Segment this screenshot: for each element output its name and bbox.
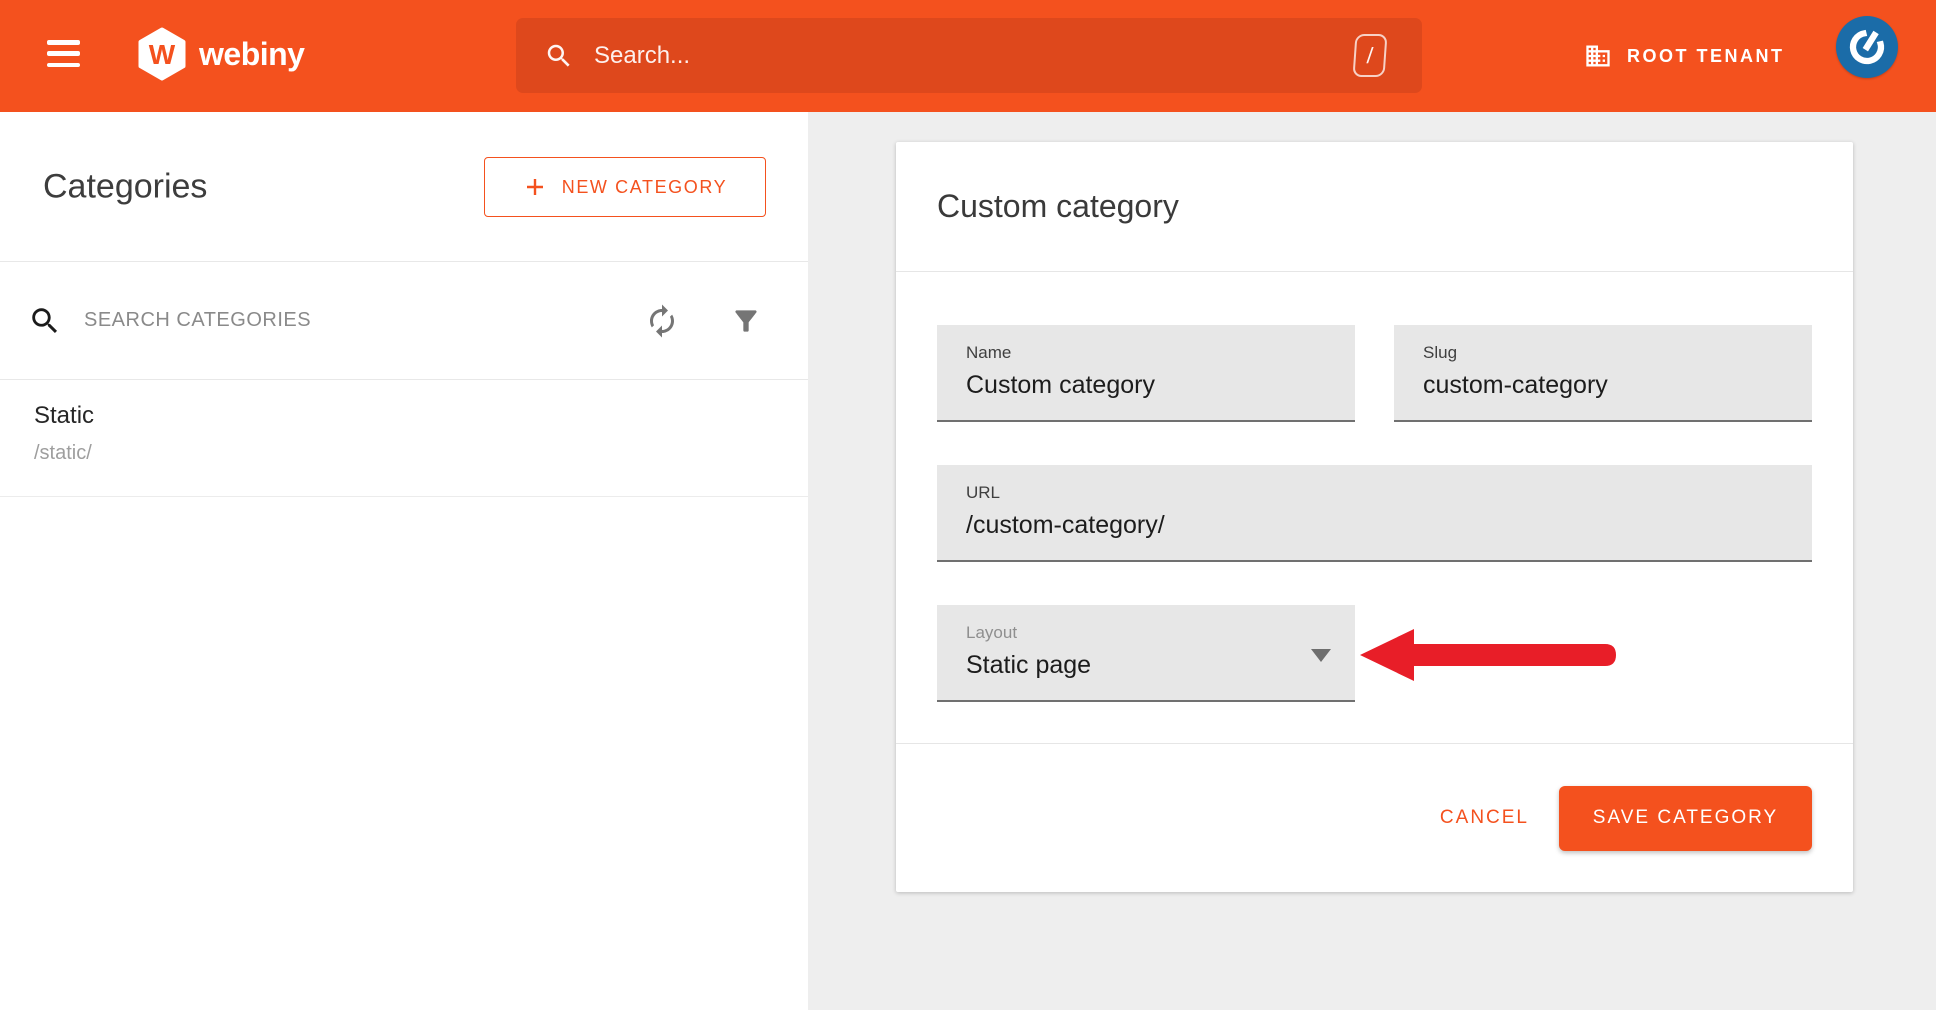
category-form-card: Custom category Name Slug URL	[896, 142, 1853, 892]
layout-dropdown[interactable]: Layout Static page	[937, 605, 1355, 702]
global-search-bar: /	[516, 18, 1422, 93]
url-field-label: URL	[966, 483, 1812, 503]
menu-button[interactable]	[47, 40, 80, 67]
name-input[interactable]	[966, 371, 1324, 400]
layout-field-label: Layout	[966, 623, 1355, 643]
chevron-down-icon	[1311, 649, 1331, 662]
slug-field: Slug	[1394, 325, 1812, 422]
categories-search-row	[0, 262, 808, 380]
url-field: URL	[937, 465, 1812, 562]
cancel-button[interactable]: CANCEL	[1440, 807, 1529, 829]
name-field-label: Name	[966, 343, 1355, 363]
category-url: /static/	[34, 442, 808, 465]
content-area: Custom category Name Slug URL	[808, 112, 1936, 1010]
filter-button[interactable]	[724, 299, 768, 343]
save-category-button[interactable]: SAVE CATEGORY	[1559, 786, 1812, 851]
refresh-button[interactable]	[640, 299, 684, 343]
form-body: Name Slug URL Layout Static page	[896, 272, 1853, 702]
building-icon	[1584, 42, 1612, 70]
form-title: Custom category	[937, 188, 1179, 225]
new-category-button-label: NEW CATEGORY	[562, 177, 728, 198]
power-icon	[1838, 18, 1896, 76]
category-name: Static	[34, 402, 808, 430]
slash-shortcut-badge: /	[1352, 34, 1387, 77]
categories-panel: Categories NEW CATEGORY Static /static/	[0, 112, 808, 1010]
global-search-input[interactable]	[594, 42, 1354, 70]
webiny-logo[interactable]: W webiny	[138, 27, 304, 81]
plus-icon	[523, 175, 547, 199]
filter-icon	[730, 305, 762, 337]
webiny-hexagon-icon: W	[138, 27, 186, 81]
categories-search-input[interactable]	[84, 309, 514, 332]
search-icon	[544, 41, 574, 71]
category-list-item[interactable]: Static /static/	[0, 380, 808, 497]
form-header: Custom category	[896, 142, 1853, 272]
categories-panel-header: Categories NEW CATEGORY	[0, 112, 808, 262]
search-icon	[28, 304, 62, 338]
tenant-label: ROOT TENANT	[1627, 46, 1785, 67]
layout-selected-value: Static page	[966, 651, 1355, 680]
page-title: Categories	[43, 167, 207, 206]
url-input[interactable]	[966, 511, 1744, 540]
svg-text:W: W	[149, 39, 176, 70]
form-footer: CANCEL SAVE CATEGORY	[896, 743, 1853, 892]
name-field: Name	[937, 325, 1355, 422]
new-category-button[interactable]: NEW CATEGORY	[484, 157, 766, 217]
hamburger-icon	[47, 40, 80, 45]
refresh-icon	[644, 303, 680, 339]
slug-field-label: Slug	[1423, 343, 1812, 363]
logo-wordmark: webiny	[199, 36, 304, 73]
user-avatar[interactable]	[1836, 16, 1898, 78]
tenant-selector[interactable]: ROOT TENANT	[1584, 0, 1785, 112]
slug-input[interactable]	[1423, 371, 1781, 400]
app-header: W webiny / ROOT TENANT	[0, 0, 1936, 112]
